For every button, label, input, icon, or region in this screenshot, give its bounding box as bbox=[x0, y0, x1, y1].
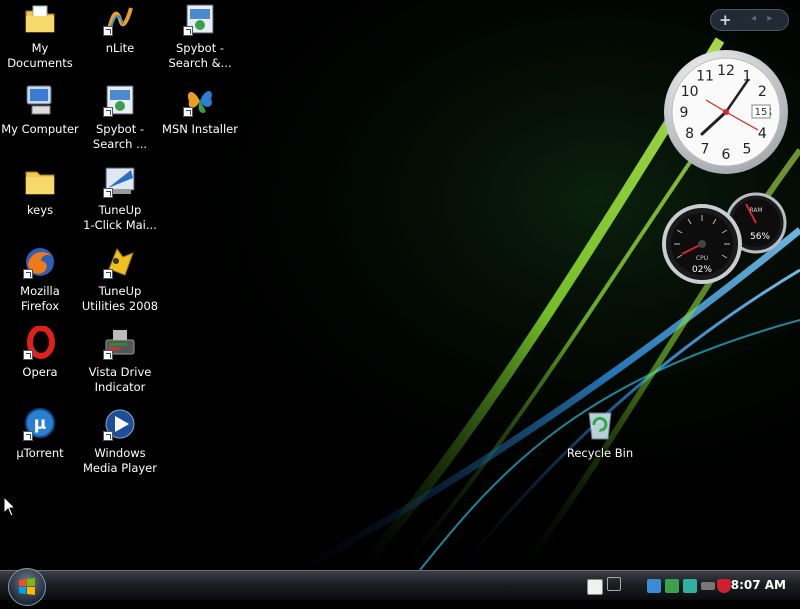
utorrent-icon: µ bbox=[23, 407, 57, 441]
icon-label: Vista Drive Indicator bbox=[88, 365, 152, 394]
clock-number: 5 bbox=[743, 141, 752, 157]
cpu-label: CPU bbox=[696, 255, 708, 262]
clock-number: 4 bbox=[758, 126, 767, 142]
icon-label: Windows Media Player bbox=[83, 446, 157, 475]
nlite-icon bbox=[103, 2, 137, 36]
desktop-icon-tuneup-1click[interactable]: TuneUp 1-Click Mai... bbox=[80, 164, 160, 242]
icon-label: Opera bbox=[22, 365, 58, 379]
shortcut-arrow-icon bbox=[183, 107, 193, 117]
mouse-cursor-icon bbox=[3, 496, 17, 517]
desktop-icon-mozilla-firefox[interactable]: Mozilla Firefox bbox=[0, 245, 80, 323]
clock-number: 2 bbox=[758, 84, 767, 100]
clock-number: 7 bbox=[701, 141, 710, 157]
shortcut-arrow-icon bbox=[183, 26, 193, 36]
icon-label: TuneUp Utilities 2008 bbox=[81, 284, 159, 313]
network-icon[interactable] bbox=[607, 577, 621, 591]
shortcut-arrow-icon bbox=[103, 431, 113, 441]
cpu-meter-gadget[interactable]: RAM 56% CPU 02% bbox=[662, 190, 790, 285]
desktop-icon-tuneup-utilities[interactable]: TuneUp Utilities 2008 bbox=[80, 245, 160, 323]
shortcut-arrow-icon bbox=[103, 269, 113, 279]
sync-icon[interactable] bbox=[665, 579, 679, 593]
clock-number: 9 bbox=[680, 105, 689, 121]
sidebar-control-bar: + ◂ ▸ bbox=[710, 9, 789, 31]
cpu-value: 02% bbox=[692, 265, 712, 275]
update-icon[interactable] bbox=[683, 579, 697, 593]
documents-folder-icon bbox=[23, 2, 57, 36]
icon-label: nLite bbox=[105, 41, 135, 55]
help-icon[interactable] bbox=[587, 579, 603, 595]
clock-number: 6 bbox=[722, 147, 731, 163]
icon-label: Recycle Bin bbox=[566, 446, 634, 460]
spybot-icon bbox=[183, 2, 217, 36]
devices-icon[interactable] bbox=[647, 579, 661, 593]
shortcut-arrow-icon bbox=[23, 350, 33, 360]
drive-icon[interactable] bbox=[701, 582, 715, 590]
media-player-icon bbox=[103, 407, 137, 441]
clock-number: 10 bbox=[681, 84, 699, 100]
ram-value: 56% bbox=[750, 232, 770, 242]
notification-area: 8:07 AM bbox=[585, 571, 800, 601]
clock-number: 12 bbox=[717, 63, 735, 79]
clock-date: 15 bbox=[755, 107, 768, 118]
taskbar-clock[interactable]: 8:07 AM bbox=[731, 578, 786, 592]
desktop-icon-spybot-search[interactable]: Spybot - Search ... bbox=[80, 83, 160, 161]
icon-label: My Documents bbox=[7, 41, 73, 70]
msn-butterfly-icon bbox=[183, 83, 217, 117]
desktop-icon-nlite[interactable]: nLite bbox=[80, 2, 160, 80]
icon-label: My Computer bbox=[1, 122, 79, 136]
icon-label: keys bbox=[26, 203, 54, 217]
icon-label: TuneUp 1-Click Mai... bbox=[83, 203, 157, 232]
icon-label: Spybot - Search ... bbox=[92, 122, 148, 151]
start-button[interactable] bbox=[8, 568, 46, 606]
tuneup-utilities-icon bbox=[103, 245, 137, 279]
desktop-icon-keys[interactable]: keys bbox=[0, 164, 80, 242]
desktop-icon-utorrent[interactable]: µ µTorrent bbox=[0, 407, 80, 485]
shortcut-arrow-icon bbox=[103, 26, 113, 36]
opera-icon bbox=[23, 325, 57, 360]
add-gadget-button[interactable]: + bbox=[719, 11, 732, 29]
clock-gadget[interactable]: 121234567891011 15 bbox=[662, 48, 790, 176]
desktop-icon-recycle-bin[interactable]: Recycle Bin bbox=[560, 407, 640, 485]
icon-label: µTorrent bbox=[16, 446, 64, 460]
desktop-icon-vista-drive[interactable]: Vista Drive Indicator bbox=[80, 326, 160, 404]
shortcut-arrow-icon bbox=[103, 107, 113, 117]
clock-number: 11 bbox=[696, 69, 714, 85]
icon-label: Spybot - Search &... bbox=[168, 41, 232, 70]
analog-clock: 121234567891011 15 bbox=[664, 50, 788, 174]
desktop-icon-my-computer[interactable]: My Computer bbox=[0, 83, 80, 161]
folder-icon bbox=[23, 164, 57, 198]
ram-label: RAM bbox=[749, 207, 762, 214]
gadget-nav-arrows[interactable]: ◂ ▸ bbox=[751, 13, 776, 24]
taskbar: 8:07 AM bbox=[0, 568, 800, 606]
shortcut-arrow-icon bbox=[23, 431, 33, 441]
icon-label: MSN Installer bbox=[162, 122, 238, 136]
shortcut-arrow-icon bbox=[23, 269, 33, 279]
shortcut-arrow-icon bbox=[103, 350, 113, 360]
recycle-bin-icon bbox=[583, 407, 617, 441]
firefox-icon bbox=[23, 245, 57, 279]
clock-number: 8 bbox=[685, 126, 694, 142]
security-shield-icon[interactable] bbox=[717, 579, 731, 593]
desktop-icon-spybot-search-2[interactable]: Spybot - Search &... bbox=[160, 2, 240, 80]
spybot-icon bbox=[103, 83, 137, 117]
desktop-icon-windows-media-player[interactable]: Windows Media Player bbox=[80, 407, 160, 485]
computer-icon bbox=[23, 83, 57, 117]
icon-label: Mozilla Firefox bbox=[20, 284, 60, 313]
tuneup-icon bbox=[103, 164, 137, 198]
desktop-icon-msn-installer[interactable]: MSN Installer bbox=[160, 83, 240, 161]
drive-icon bbox=[103, 326, 137, 360]
desktop-icon-opera[interactable]: Opera bbox=[0, 325, 80, 404]
desktop: My Documents My Computer keys Mozilla Fi… bbox=[0, 0, 800, 570]
desktop-icon-my-documents[interactable]: My Documents bbox=[0, 2, 80, 80]
shortcut-arrow-icon bbox=[103, 188, 113, 198]
svg-text:µ: µ bbox=[34, 414, 47, 434]
